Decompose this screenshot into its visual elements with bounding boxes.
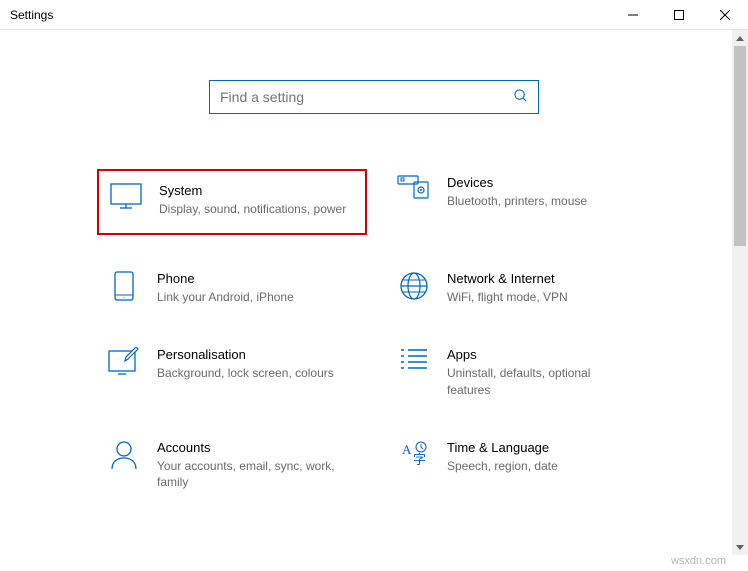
scroll-thumb[interactable] bbox=[734, 46, 746, 246]
close-button[interactable] bbox=[702, 0, 748, 29]
tile-apps[interactable]: Apps Uninstall, defaults, optional featu… bbox=[387, 341, 657, 403]
settings-grid: System Display, sound, notifications, po… bbox=[97, 169, 657, 496]
tile-desc: Uninstall, defaults, optional features bbox=[447, 365, 637, 397]
tile-title: Time & Language bbox=[447, 440, 558, 455]
tile-text: Time & Language Speech, region, date bbox=[447, 440, 558, 474]
tile-text: Personalisation Background, lock screen,… bbox=[157, 347, 334, 381]
search-icon bbox=[513, 88, 528, 106]
apps-icon bbox=[395, 347, 433, 371]
tile-phone[interactable]: Phone Link your Android, iPhone bbox=[97, 265, 367, 311]
tile-devices[interactable]: Devices Bluetooth, printers, mouse bbox=[387, 169, 657, 235]
tile-network[interactable]: Network & Internet WiFi, flight mode, VP… bbox=[387, 265, 657, 311]
tile-desc: WiFi, flight mode, VPN bbox=[447, 289, 568, 305]
svg-text:A: A bbox=[402, 442, 412, 457]
network-icon bbox=[395, 271, 433, 301]
scroll-up-arrow[interactable] bbox=[732, 30, 748, 46]
tile-text: Devices Bluetooth, printers, mouse bbox=[447, 175, 587, 209]
tile-personalisation[interactable]: Personalisation Background, lock screen,… bbox=[97, 341, 367, 403]
tile-desc: Your accounts, email, sync, work, family bbox=[157, 458, 347, 490]
tile-text: Accounts Your accounts, email, sync, wor… bbox=[157, 440, 347, 490]
personalisation-icon bbox=[105, 347, 143, 375]
maximize-icon bbox=[674, 10, 684, 20]
tile-text: System Display, sound, notifications, po… bbox=[159, 183, 346, 217]
tile-system[interactable]: System Display, sound, notifications, po… bbox=[97, 169, 367, 235]
time-language-icon: A字 bbox=[395, 440, 433, 468]
tile-text: Network & Internet WiFi, flight mode, VP… bbox=[447, 271, 568, 305]
maximize-button[interactable] bbox=[656, 0, 702, 29]
svg-text:字: 字 bbox=[413, 452, 426, 467]
tile-desc: Link your Android, iPhone bbox=[157, 289, 294, 305]
tile-title: Apps bbox=[447, 347, 637, 362]
tile-desc: Display, sound, notifications, power bbox=[159, 201, 346, 217]
tile-title: Devices bbox=[447, 175, 587, 190]
minimize-icon bbox=[628, 10, 638, 20]
window-title: Settings bbox=[10, 8, 53, 22]
tile-accounts[interactable]: Accounts Your accounts, email, sync, wor… bbox=[97, 434, 367, 496]
content-area: System Display, sound, notifications, po… bbox=[0, 30, 748, 496]
tile-title: Phone bbox=[157, 271, 294, 286]
watermark: wsxdn.com bbox=[671, 555, 726, 567]
tile-text: Phone Link your Android, iPhone bbox=[157, 271, 294, 305]
tile-title: Accounts bbox=[157, 440, 347, 455]
tile-title: System bbox=[159, 183, 346, 198]
tile-text: Apps Uninstall, defaults, optional featu… bbox=[447, 347, 637, 397]
scroll-track[interactable] bbox=[732, 46, 748, 539]
tile-title: Personalisation bbox=[157, 347, 334, 362]
devices-icon bbox=[395, 175, 433, 201]
search-box[interactable] bbox=[209, 80, 539, 114]
titlebar: Settings bbox=[0, 0, 748, 30]
phone-icon bbox=[105, 271, 143, 301]
close-icon bbox=[720, 10, 730, 20]
tile-desc: Background, lock screen, colours bbox=[157, 365, 334, 381]
search-input[interactable] bbox=[220, 89, 513, 105]
vertical-scrollbar[interactable] bbox=[732, 30, 748, 555]
tile-desc: Bluetooth, printers, mouse bbox=[447, 193, 587, 209]
window-controls bbox=[610, 0, 748, 29]
minimize-button[interactable] bbox=[610, 0, 656, 29]
system-icon bbox=[107, 183, 145, 209]
scroll-down-arrow[interactable] bbox=[732, 539, 748, 555]
tile-time-language[interactable]: A字 Time & Language Speech, region, date bbox=[387, 434, 657, 496]
accounts-icon bbox=[105, 440, 143, 470]
tile-desc: Speech, region, date bbox=[447, 458, 558, 474]
tile-title: Network & Internet bbox=[447, 271, 568, 286]
